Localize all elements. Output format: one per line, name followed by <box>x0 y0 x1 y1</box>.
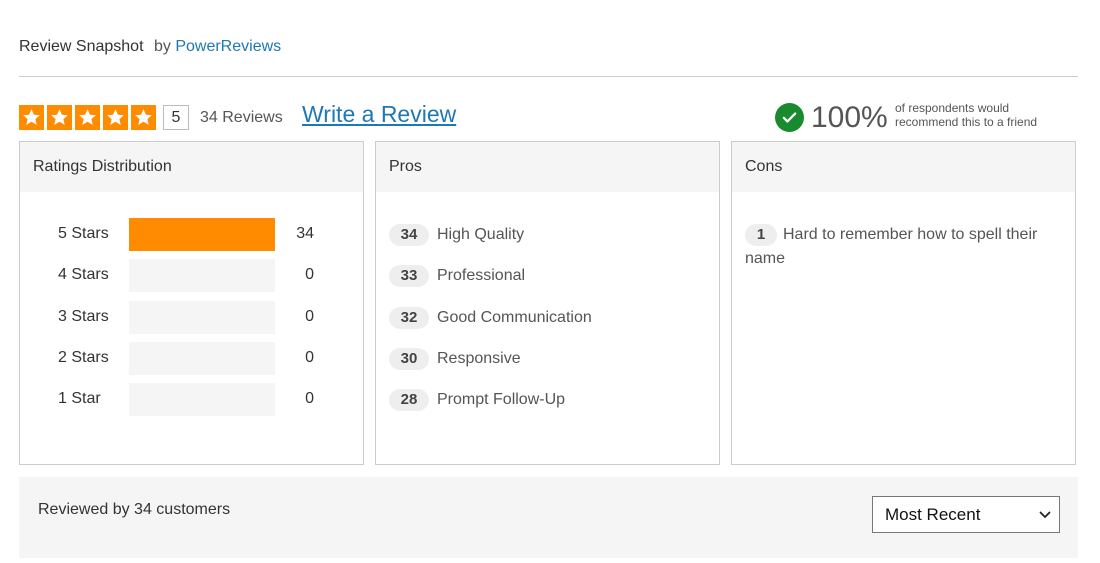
rating-row-count: 0 <box>305 349 314 366</box>
chevron-down-icon <box>1039 511 1051 518</box>
pro-tag[interactable]: 32 Good Communication <box>389 307 592 329</box>
snapshot-title: Review Snapshot <box>19 38 144 55</box>
rating-row-1[interactable]: 1 Star 0 <box>20 383 363 416</box>
tag-label: High Quality <box>437 226 525 243</box>
recommend-percentage: 100% <box>811 101 888 134</box>
rating-bar-track <box>129 259 275 292</box>
tag-count: 34 <box>389 224 429 246</box>
rating-row-count: 0 <box>305 308 314 325</box>
review-count: 34 Reviews <box>200 109 283 126</box>
pro-tag[interactable]: 34 High Quality <box>389 224 524 246</box>
rating-row-label: 4 Stars <box>58 266 109 283</box>
powerreviews-link[interactable]: PowerReviews <box>175 38 281 55</box>
rating-bar-track <box>129 383 275 416</box>
pros-panel: Pros 34 High Quality 33 Professional 32 … <box>375 141 720 465</box>
star-icon <box>75 105 100 130</box>
reviewed-by-text: Reviewed by 34 customers <box>38 501 231 518</box>
tag-count: 32 <box>389 307 429 329</box>
tag-count: 33 <box>389 265 429 287</box>
rating-bar-track <box>129 218 275 251</box>
star-icon <box>19 105 44 130</box>
rating-bar-track <box>129 342 275 375</box>
pro-tag[interactable]: 28 Prompt Follow-Up <box>389 389 565 411</box>
panel-heading: Cons <box>732 142 1075 192</box>
tag-label: Good Communication <box>437 309 592 326</box>
star-icon <box>103 105 128 130</box>
rating-summary: 5 34 Reviews Write a Review 100% of resp… <box>19 100 1078 136</box>
rating-row-count: 0 <box>305 390 314 407</box>
sort-select[interactable]: Most Recent <box>872 496 1060 533</box>
review-snapshot-header: Review Snapshot by PowerReviews <box>19 38 1078 77</box>
star-icon <box>47 105 72 130</box>
by-label: by <box>153 38 171 55</box>
rating-row-count: 0 <box>305 266 314 283</box>
ratings-distribution-panel: Ratings Distribution 5 Stars 34 4 Stars … <box>19 141 364 465</box>
rating-row-label: 1 Star <box>58 390 101 407</box>
pro-tag[interactable]: 33 Professional <box>389 265 525 287</box>
rating-row-3[interactable]: 3 Stars 0 <box>20 301 363 334</box>
con-tag[interactable]: 1 Hard to remember how to spell their nam… <box>745 223 1065 271</box>
tag-label: Prompt Follow-Up <box>437 391 566 408</box>
write-review-link[interactable]: Write a Review <box>302 101 456 128</box>
pro-tag[interactable]: 30 Responsive <box>389 348 521 370</box>
rating-row-label: 3 Stars <box>58 308 109 325</box>
rating-row-label: 2 Stars <box>58 349 109 366</box>
rating-row-2[interactable]: 2 Stars 0 <box>20 342 363 375</box>
star-icon <box>131 105 156 130</box>
star-rating <box>19 105 156 130</box>
rating-row-count: 34 <box>296 225 314 242</box>
rating-bar-fill <box>129 218 275 251</box>
rating-row-5[interactable]: 5 Stars 34 <box>20 218 363 251</box>
check-circle-icon <box>775 103 804 132</box>
reviews-footer: Reviewed by 34 customers Most Recent <box>19 477 1078 558</box>
rating-bar-track <box>129 301 275 334</box>
tag-label: Hard to remember how to spell their name <box>745 226 1038 267</box>
rating-row-4[interactable]: 4 Stars 0 <box>20 259 363 292</box>
cons-panel: Cons 1 Hard to remember how to spell thei… <box>731 141 1076 465</box>
tag-count: 1 <box>745 224 777 246</box>
rating-row-label: 5 Stars <box>58 225 109 242</box>
recommend-text: of respondents would recommend this to a… <box>895 101 1038 129</box>
tag-count: 30 <box>389 348 429 370</box>
tag-label: Professional <box>437 267 526 284</box>
average-rating: 5 <box>163 105 189 130</box>
sort-selected-value: Most Recent <box>885 505 981 524</box>
tag-label: Responsive <box>437 350 521 367</box>
tag-count: 28 <box>389 389 429 411</box>
panel-heading: Pros <box>376 142 719 192</box>
panel-heading: Ratings Distribution <box>20 142 363 192</box>
